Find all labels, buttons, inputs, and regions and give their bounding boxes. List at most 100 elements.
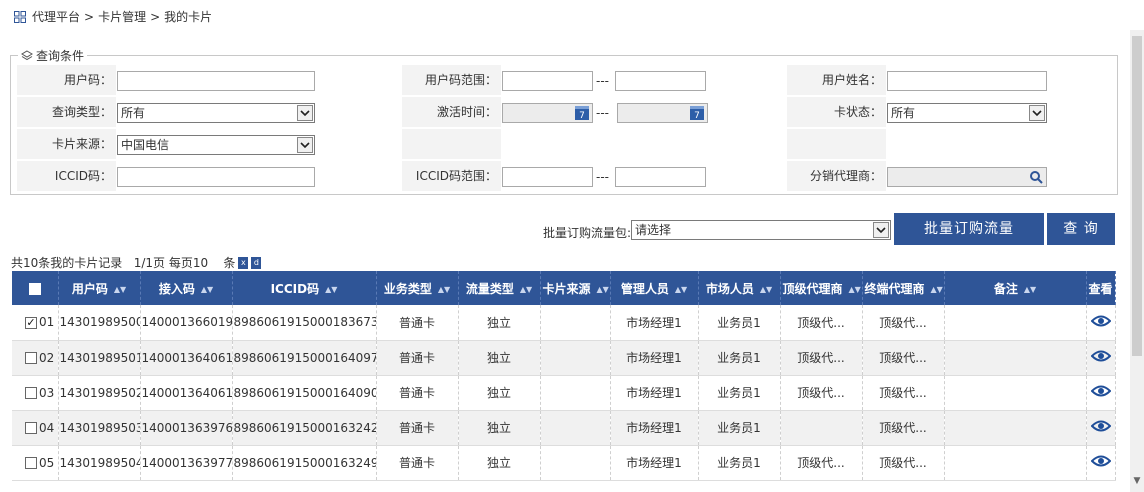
cell-top-agent: 顶级代... bbox=[780, 445, 863, 481]
header-remark[interactable]: 备注 ▲▼ bbox=[944, 271, 1087, 305]
header-manager[interactable]: 管理人员 ▲▼ bbox=[610, 271, 699, 305]
user-code-range-start[interactable] bbox=[502, 71, 593, 91]
search-icon[interactable] bbox=[1029, 170, 1043, 184]
cell-card-source bbox=[540, 305, 611, 341]
header-market-staff[interactable]: 市场人员 ▲▼ bbox=[698, 271, 781, 305]
view-eye-icon[interactable] bbox=[1090, 349, 1111, 363]
user-name-input[interactable] bbox=[887, 71, 1047, 91]
select-all-cell[interactable] bbox=[12, 271, 59, 305]
iccid-label: ICCID码： bbox=[17, 161, 116, 191]
iccid-range-end[interactable] bbox=[615, 167, 706, 187]
table-row[interactable]: 05 14301989504 1400013639770 89860619150001… bbox=[12, 445, 1116, 481]
card-source-select[interactable]: 中国电信 bbox=[117, 135, 315, 155]
header-business-type[interactable]: 业务类型 ▲▼ bbox=[376, 271, 459, 305]
sort-icon: ▲▼ bbox=[325, 284, 338, 294]
distributor-input[interactable] bbox=[887, 167, 1047, 187]
cell-market-staff: 业务员1 bbox=[698, 445, 781, 481]
view-eye-icon[interactable] bbox=[1090, 454, 1111, 468]
row-checkbox[interactable] bbox=[25, 387, 37, 399]
cell-access-code: 1400013660194 bbox=[140, 305, 233, 341]
view-eye-icon[interactable] bbox=[1090, 314, 1111, 328]
cell-view[interactable] bbox=[1086, 340, 1116, 376]
export-excel-icon[interactable]: x bbox=[238, 256, 249, 269]
breadcrumb-my-cards: 我的卡片 bbox=[164, 10, 213, 24]
sort-icon: ▲▼ bbox=[1023, 284, 1037, 294]
bulk-order-button[interactable]: 批量订购流量 bbox=[894, 213, 1044, 245]
sort-icon: ▲▼ bbox=[848, 284, 861, 294]
header-card-source[interactable]: 卡片来源 ▲▼ bbox=[540, 271, 611, 305]
table-row[interactable]: ✓ 01 14301989500 1400013660194 8986061915000… bbox=[12, 305, 1116, 341]
cell-card-source bbox=[540, 445, 611, 481]
activation-end-input[interactable]: 7 bbox=[617, 103, 708, 123]
row-checkbox[interactable] bbox=[25, 422, 37, 434]
cell-traffic-type: 独立 bbox=[458, 445, 541, 481]
activation-start-input[interactable]: 7 bbox=[502, 103, 593, 123]
cell-manager: 市场经理1 bbox=[610, 410, 699, 446]
user-name-label: 用户姓名： bbox=[787, 65, 886, 95]
query-type-select[interactable]: 所有 bbox=[117, 103, 315, 123]
scroll-down-icon[interactable]: ▼ bbox=[1132, 476, 1142, 486]
cell-iccid: 89860619150001640900 bbox=[232, 375, 377, 411]
records-count: 共10条我的卡片记录 bbox=[11, 256, 123, 270]
breadcrumb-card-management[interactable]: 卡片管理 bbox=[98, 8, 146, 25]
chevron-down-icon[interactable] bbox=[297, 137, 313, 153]
cell-view[interactable] bbox=[1086, 445, 1116, 481]
table-row[interactable]: 04 14301989503 1400013639763 89860619150001… bbox=[12, 410, 1116, 446]
cell-manager: 市场经理1 bbox=[610, 375, 699, 411]
query-type-value: 所有 bbox=[121, 106, 146, 120]
header-traffic-type[interactable]: 流量类型 ▲▼ bbox=[458, 271, 541, 305]
header-iccid[interactable]: ICCID码 ▲▼ bbox=[232, 271, 377, 305]
breadcrumb-agent-platform[interactable]: 代理平台 bbox=[32, 8, 80, 25]
cell-market-staff: 业务员1 bbox=[698, 410, 781, 446]
chevron-down-icon[interactable] bbox=[297, 105, 313, 121]
cell-view[interactable] bbox=[1086, 410, 1116, 446]
header-terminal-agent[interactable]: 终端代理商 ▲▼ bbox=[862, 271, 945, 305]
records-summary: 共10条我的卡片记录 1/1页 每页10 条 x d bbox=[11, 254, 262, 271]
calendar-icon[interactable]: 7 bbox=[575, 106, 589, 121]
row-checkbox[interactable] bbox=[25, 457, 37, 469]
search-button[interactable]: 查 询 bbox=[1047, 213, 1115, 245]
package-select[interactable]: 请选择 bbox=[631, 220, 891, 240]
empty-cell bbox=[402, 129, 501, 159]
chevron-down-icon[interactable] bbox=[873, 222, 889, 238]
view-eye-icon[interactable] bbox=[1090, 419, 1111, 433]
range-separator: --- bbox=[596, 170, 609, 184]
sort-icon: ▲▼ bbox=[437, 284, 451, 294]
view-eye-icon[interactable] bbox=[1090, 384, 1111, 398]
select-all-checkbox[interactable] bbox=[28, 282, 41, 295]
cell-user-code: 14301989502 bbox=[58, 375, 141, 411]
row-select-cell[interactable]: ✓ 01 bbox=[12, 305, 59, 341]
header-access-code[interactable]: 接入码 ▲▼ bbox=[140, 271, 233, 305]
row-select-cell[interactable]: 03 bbox=[12, 375, 59, 411]
header-top-agent[interactable]: 顶级代理商 ▲▼ bbox=[780, 271, 863, 305]
cell-view[interactable] bbox=[1086, 305, 1116, 341]
table-row[interactable]: 03 14301989502 1400013640611 89860619150001… bbox=[12, 375, 1116, 411]
row-checkbox[interactable] bbox=[25, 352, 37, 364]
row-select-cell[interactable]: 02 bbox=[12, 340, 59, 376]
export-document-icon[interactable]: d bbox=[251, 256, 262, 269]
vertical-scrollbar[interactable]: ▼ bbox=[1130, 30, 1144, 492]
cell-access-code: 1400013639770 bbox=[140, 445, 233, 481]
card-status-select[interactable]: 所有 bbox=[887, 103, 1047, 123]
user-code-range-label: 用户码范围： bbox=[402, 65, 501, 95]
user-code-range-end[interactable] bbox=[615, 71, 706, 91]
iccid-input[interactable] bbox=[117, 167, 315, 187]
row-select-cell[interactable]: 04 bbox=[12, 410, 59, 446]
cell-terminal-agent: 顶级代... bbox=[862, 445, 945, 481]
chevron-down-icon[interactable] bbox=[1029, 105, 1045, 121]
header-user-code[interactable]: 用户码 ▲▼ bbox=[58, 271, 141, 305]
user-code-input[interactable] bbox=[117, 71, 315, 91]
cell-view[interactable] bbox=[1086, 375, 1116, 411]
calendar-icon[interactable]: 7 bbox=[690, 106, 704, 121]
row-checkbox[interactable]: ✓ bbox=[25, 316, 37, 329]
cell-market-staff: 业务员1 bbox=[698, 305, 781, 341]
scroll-thumb[interactable] bbox=[1132, 36, 1142, 356]
cell-user-code: 14301989504 bbox=[58, 445, 141, 481]
row-select-cell[interactable]: 05 bbox=[12, 445, 59, 481]
iccid-range-start[interactable] bbox=[502, 167, 593, 187]
cell-iccid: 89860619150001632493 bbox=[232, 445, 377, 481]
cell-remark bbox=[944, 410, 1087, 446]
table-row[interactable]: 02 14301989501 1400013640618 89860619150001… bbox=[12, 340, 1116, 376]
cell-user-code: 14301989501 bbox=[58, 340, 141, 376]
card-source-value: 中国电信 bbox=[121, 138, 170, 152]
